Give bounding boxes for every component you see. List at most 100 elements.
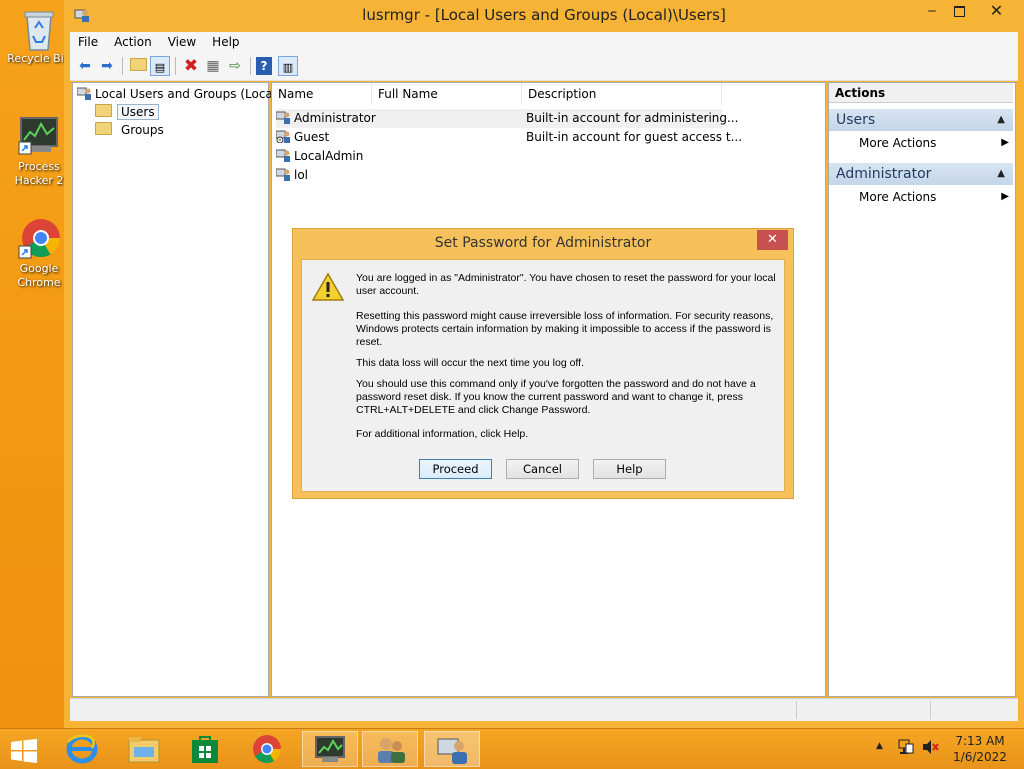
delete-x-icon: ✖ bbox=[183, 56, 199, 76]
console-tree-icon: ▤ bbox=[154, 61, 166, 74]
proceed-button[interactable]: Proceed bbox=[419, 459, 492, 479]
clock-time: 7:13 AM bbox=[955, 734, 1005, 748]
column-header-description[interactable]: Description bbox=[522, 83, 722, 105]
taskbar-users-button[interactable] bbox=[362, 731, 418, 767]
user-name: LocalAdmin bbox=[294, 149, 364, 163]
close-icon: ✕ bbox=[767, 232, 778, 247]
actions-title: Actions bbox=[829, 83, 1013, 103]
computer-users-icon bbox=[437, 735, 469, 768]
delete-button[interactable]: ✖ bbox=[181, 56, 201, 76]
warning-icon bbox=[311, 272, 345, 305]
dialog-paragraph: You are logged in as "Administrator". Yo… bbox=[356, 272, 776, 297]
back-arrow-icon: ⬅ bbox=[79, 58, 91, 74]
up-level-button[interactable] bbox=[128, 56, 148, 76]
file-explorer-icon bbox=[128, 735, 160, 766]
taskbar-ie-button[interactable] bbox=[54, 731, 110, 767]
help-button[interactable]: ? bbox=[256, 57, 272, 75]
menu-view[interactable]: View bbox=[160, 32, 204, 52]
back-button[interactable]: ⬅ bbox=[75, 56, 95, 76]
volume-muted-icon[interactable] bbox=[922, 739, 940, 758]
forward-arrow-icon: ➡ bbox=[101, 58, 113, 74]
title-bar[interactable]: lusrmgr - [Local Users and Groups (Local… bbox=[64, 0, 1024, 31]
properties-button[interactable]: ▦ bbox=[203, 56, 223, 76]
menu-bar: File Action View Help bbox=[70, 32, 1018, 52]
help-button[interactable]: Help bbox=[593, 459, 666, 479]
taskbar-chrome-button[interactable] bbox=[240, 731, 296, 767]
menu-action[interactable]: Action bbox=[106, 32, 160, 52]
user-icon bbox=[275, 167, 291, 181]
start-button[interactable] bbox=[0, 731, 48, 767]
actions-group-users[interactable]: Users ▲ bbox=[829, 109, 1013, 131]
export-list-button[interactable]: ⇨ bbox=[225, 56, 245, 76]
dialog-body: You are logged in as "Administrator". Yo… bbox=[301, 259, 785, 492]
maximize-button[interactable] bbox=[946, 0, 972, 22]
desktop-icon-label: Google Chrome bbox=[17, 262, 61, 289]
table-row[interactable]: Administrator Built-in account for admin… bbox=[275, 109, 738, 128]
guest-user-icon bbox=[275, 129, 291, 144]
forward-button[interactable]: ➡ bbox=[97, 56, 117, 76]
toolbar-separator bbox=[122, 57, 123, 75]
user-description: Built-in account for guest access t... bbox=[526, 130, 743, 144]
cancel-button[interactable]: Cancel bbox=[506, 459, 579, 479]
tree-root-label: Local Users and Groups (Local) bbox=[95, 87, 281, 101]
close-icon: ✕ bbox=[989, 1, 1004, 20]
action-pane-button[interactable]: ▥ bbox=[278, 56, 298, 76]
collapse-up-icon: ▲ bbox=[997, 168, 1005, 179]
status-divider bbox=[930, 701, 931, 719]
desktop-icon-label: Process Hacker 2 bbox=[14, 160, 64, 187]
column-header-name[interactable]: Name bbox=[272, 83, 372, 105]
user-name: Guest bbox=[294, 130, 330, 144]
taskbar-store-button[interactable] bbox=[178, 731, 234, 767]
minimize-icon: ‒ bbox=[927, 3, 937, 19]
tree-item-groups[interactable]: Groups bbox=[95, 121, 168, 139]
taskbar-process-hacker-button[interactable] bbox=[302, 731, 358, 767]
console-tree: Local Users and Groups (Local) Users Gro… bbox=[72, 82, 281, 697]
tree-root[interactable]: Local Users and Groups (Local) bbox=[76, 85, 281, 103]
dialog-paragraph: Resetting this password might cause irre… bbox=[356, 310, 774, 348]
clock-date: 1/6/2022 bbox=[953, 750, 1007, 764]
column-header-full-name[interactable]: Full Name bbox=[372, 83, 522, 105]
more-actions-administrator[interactable]: More Actions ▶ bbox=[859, 187, 1009, 207]
tree-item-label: Users bbox=[117, 104, 159, 120]
help-icon: ? bbox=[260, 59, 268, 73]
network-icon[interactable] bbox=[898, 738, 914, 759]
action-pane-icon: ▥ bbox=[282, 61, 294, 74]
actions-group-label: Administrator bbox=[836, 166, 932, 182]
action-item-label: More Actions bbox=[859, 136, 937, 150]
window-title: lusrmgr - [Local Users and Groups (Local… bbox=[362, 6, 726, 24]
maximize-icon bbox=[953, 6, 965, 17]
close-button[interactable]: ✕ bbox=[974, 0, 1019, 22]
show-hidden-icons-icon[interactable]: ▲ bbox=[876, 741, 883, 751]
status-divider bbox=[796, 701, 797, 719]
menu-file[interactable]: File bbox=[70, 32, 106, 52]
windows-logo-icon bbox=[11, 739, 37, 766]
taskbar-explorer-button[interactable] bbox=[116, 731, 172, 767]
folder-icon bbox=[95, 104, 112, 117]
clock[interactable]: 7:13 AM 1/6/2022 bbox=[948, 733, 1012, 765]
toolbar-separator bbox=[175, 57, 176, 75]
computer-users-icon bbox=[76, 86, 92, 100]
dialog-paragraph: You should use this command only if you'… bbox=[356, 378, 756, 416]
properties-icon: ▦ bbox=[206, 58, 220, 74]
menu-help[interactable]: Help bbox=[204, 32, 247, 52]
show-hide-tree-button[interactable]: ▤ bbox=[150, 56, 170, 76]
table-row[interactable]: LocalAdmin bbox=[275, 147, 722, 166]
user-name: Administrator bbox=[294, 111, 376, 125]
dialog-close-button[interactable]: ✕ bbox=[757, 230, 788, 250]
users-icon bbox=[375, 735, 407, 768]
internet-explorer-icon bbox=[66, 734, 98, 767]
status-bar bbox=[70, 698, 1018, 721]
submenu-arrow-icon: ▶ bbox=[1001, 137, 1009, 148]
action-item-label: More Actions bbox=[859, 190, 937, 204]
minimize-button[interactable]: ‒ bbox=[919, 0, 945, 22]
table-row[interactable]: lol bbox=[275, 166, 722, 185]
table-row[interactable]: Guest Built-in account for guest access … bbox=[275, 128, 742, 147]
actions-group-administrator[interactable]: Administrator ▲ bbox=[829, 163, 1013, 185]
chrome-icon bbox=[17, 216, 61, 260]
user-name: lol bbox=[294, 168, 309, 182]
taskbar-lusrmgr-button[interactable] bbox=[424, 731, 480, 767]
more-actions-users[interactable]: More Actions ▶ bbox=[859, 133, 1009, 153]
folder-up-icon bbox=[129, 58, 147, 71]
actions-group-label: Users bbox=[836, 112, 876, 128]
tree-item-users[interactable]: Users bbox=[95, 103, 159, 121]
